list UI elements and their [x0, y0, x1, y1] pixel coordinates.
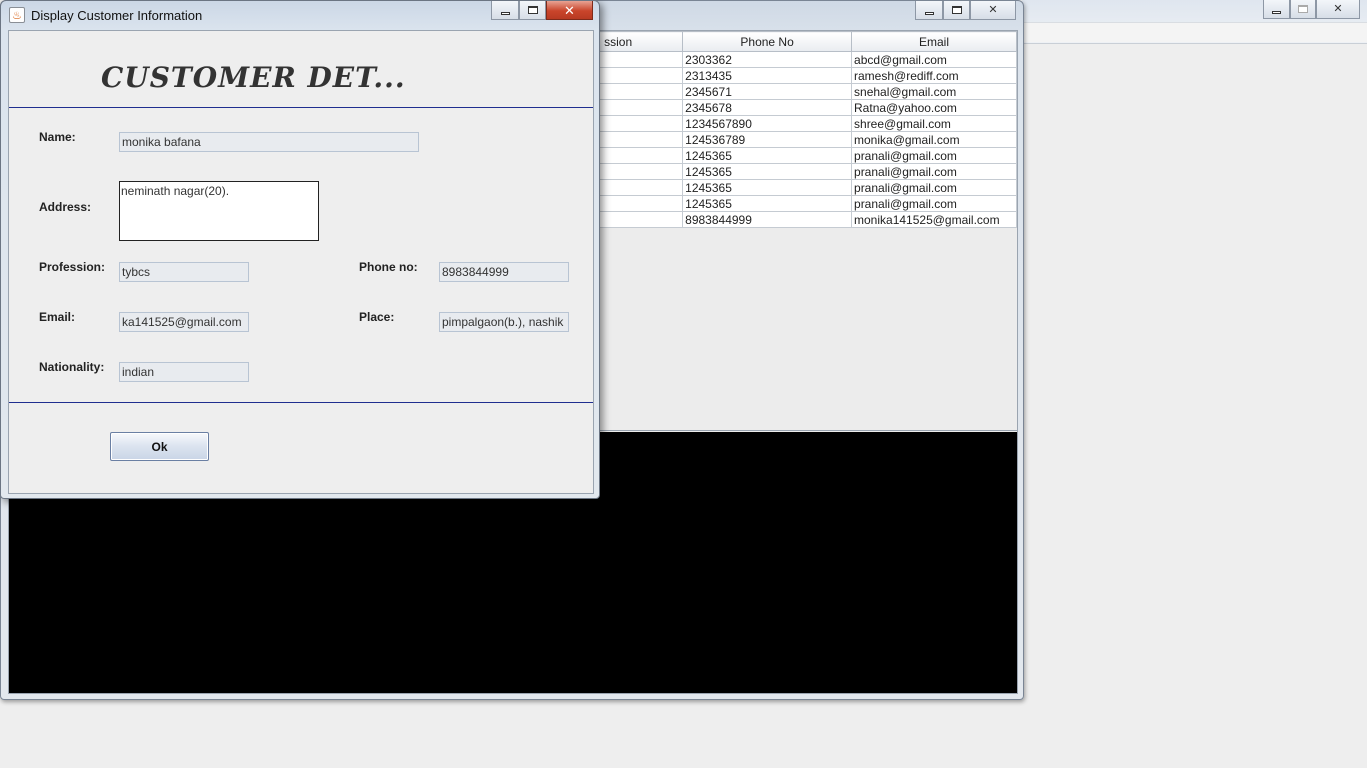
minimize-icon — [1272, 10, 1281, 14]
cell-email: pranali@gmail.com — [851, 147, 1017, 164]
cell-phone: 2345671 — [682, 83, 853, 100]
address-textarea[interactable]: neminath nagar(20). — [119, 181, 319, 241]
cell-email: pranali@gmail.com — [851, 179, 1017, 196]
main-maximize-button[interactable] — [943, 1, 970, 20]
cell-phone: 1234567890 — [682, 115, 853, 132]
cell-email: shree@gmail.com — [851, 115, 1017, 132]
cell-phone: 2345678 — [682, 99, 853, 116]
cell-phone: 2303362 — [682, 51, 853, 68]
dialog-titlebar[interactable]: ♨ Display Customer Information ✕ — [1, 1, 599, 29]
cell-phone: 1245365 — [682, 195, 853, 212]
place-value: pimpalgaon(b.), nashik — [442, 315, 564, 329]
phone-label: Phone no: — [359, 260, 418, 274]
cell-email: monika141525@gmail.com — [851, 211, 1017, 228]
place-label: Place: — [359, 310, 395, 324]
cell-phone: 8983844999 — [682, 211, 853, 228]
name-label: Name: — [39, 130, 76, 144]
cell-email: Ratna@yahoo.com — [851, 99, 1017, 116]
name-field[interactable]: monika bafana — [119, 132, 419, 152]
top-separator — [9, 107, 593, 108]
maximize-icon — [527, 6, 538, 14]
minimize-icon — [500, 11, 510, 15]
ok-button[interactable]: Ok — [110, 432, 209, 461]
cell-email: monika@gmail.com — [851, 131, 1017, 148]
profession-field[interactable]: tybcs — [119, 262, 249, 282]
cell-phone: 1245365 — [682, 163, 853, 180]
cell-email: snehal@gmail.com — [851, 83, 1017, 100]
background-window: ✕ — [1022, 0, 1367, 44]
bg-maximize-button[interactable] — [1290, 0, 1316, 19]
cell-phone: 2313435 — [682, 67, 853, 84]
close-icon: ✕ — [988, 3, 998, 16]
email-field[interactable]: ka141525@gmail.com — [119, 312, 249, 332]
java-icon: ♨ — [9, 7, 25, 23]
dialog-minimize-button[interactable] — [491, 1, 519, 20]
minimize-icon — [924, 11, 934, 15]
main-minimize-button[interactable] — [915, 1, 943, 20]
place-field[interactable]: pimpalgaon(b.), nashik — [439, 312, 569, 332]
cell-phone: 1245365 — [682, 179, 853, 196]
dialog-heading: CUSTOMER DET... — [101, 61, 406, 94]
bottom-separator — [9, 402, 593, 403]
main-close-button[interactable]: ✕ — [970, 1, 1016, 20]
cell-phone: 124536789 — [682, 131, 853, 148]
bg-menu-strip — [1022, 22, 1367, 42]
nationality-label: Nationality: — [39, 360, 105, 374]
close-icon: ✕ — [564, 2, 575, 18]
bg-close-button[interactable]: ✕ — [1316, 0, 1360, 19]
nationality-field[interactable]: indian — [119, 362, 249, 382]
dialog-client-area: CUSTOMER DET... Name: monika bafana Addr… — [8, 30, 594, 494]
cell-email: pranali@gmail.com — [851, 163, 1017, 180]
cell-phone: 1245365 — [682, 147, 853, 164]
email-value: ka141525@gmail.com — [122, 315, 242, 329]
address-label: Address: — [39, 200, 92, 214]
dialog-close-button[interactable]: ✕ — [546, 1, 593, 20]
restore-icon — [1298, 5, 1308, 13]
email-label: Email: — [39, 310, 76, 324]
dialog-maximize-button[interactable] — [519, 1, 546, 20]
cell-email: ramesh@rediff.com — [851, 67, 1017, 84]
column-header-email[interactable]: Email — [851, 31, 1017, 52]
close-icon: ✕ — [1333, 2, 1343, 15]
dialog-title: Display Customer Information — [31, 8, 203, 23]
cell-email: abcd@gmail.com — [851, 51, 1017, 68]
profession-label: Profession: — [39, 260, 106, 274]
phone-field[interactable]: 8983844999 — [439, 262, 569, 282]
bg-minimize-button[interactable] — [1263, 0, 1290, 19]
customer-info-dialog: ♨ Display Customer Information ✕ CUSTOME… — [0, 0, 600, 499]
maximize-icon — [951, 6, 962, 14]
cell-email: pranali@gmail.com — [851, 195, 1017, 212]
column-header-phone[interactable]: Phone No — [682, 31, 853, 52]
